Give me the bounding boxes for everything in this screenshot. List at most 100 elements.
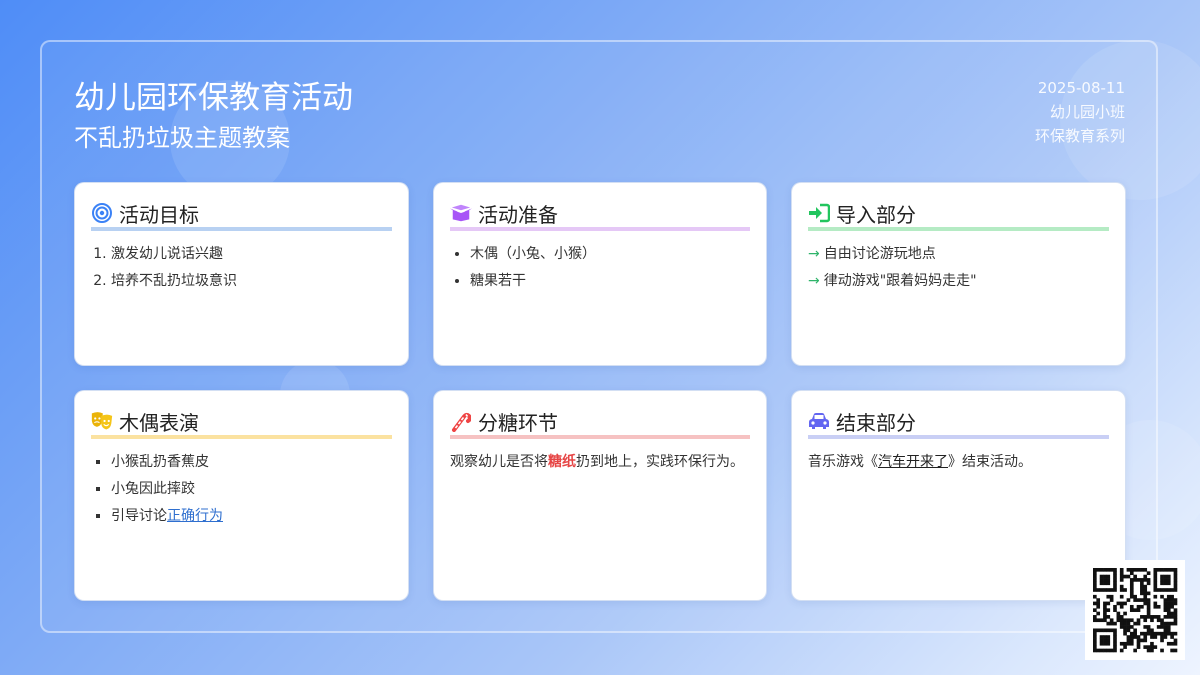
qr-module <box>1166 568 1171 572</box>
qr-module <box>1173 618 1178 623</box>
qr-module <box>1113 641 1117 646</box>
qr-module <box>1150 618 1154 623</box>
qr-module <box>1106 635 1111 639</box>
meta-date: 2025-08-11 <box>1037 79 1125 97</box>
qr-module <box>1109 594 1114 599</box>
qr-module <box>1103 618 1107 623</box>
card-goals-header: 活动目标 <box>91 199 392 231</box>
qr-module <box>1143 588 1148 592</box>
card-goals-body: 激发幼儿说话兴趣 培养不乱扔垃圾意识 <box>91 241 392 295</box>
qr-module <box>1166 631 1171 636</box>
qr-module <box>1099 638 1104 643</box>
qr-module <box>1170 615 1174 619</box>
qr-module <box>1166 621 1171 626</box>
qr-module <box>1109 598 1114 602</box>
qr-module <box>1146 604 1151 609</box>
meta-info: 2025-08-11 幼儿园小班 环保教育系列 <box>1035 76 1125 148</box>
qr-module <box>1109 568 1114 572</box>
qr-module <box>1160 588 1164 592</box>
card-goals-title: 活动目标 <box>119 202 199 227</box>
qr-module <box>1136 635 1141 639</box>
qr-module <box>1099 635 1104 639</box>
qr-module <box>1103 608 1107 612</box>
qr-module <box>1099 648 1104 653</box>
qr-module <box>1173 598 1178 602</box>
qr-module <box>1119 618 1124 623</box>
qr-module <box>1113 578 1117 582</box>
qr-module <box>1170 588 1174 592</box>
qr-module <box>1093 645 1097 649</box>
qr-module <box>1150 641 1154 646</box>
qr-module <box>1163 615 1168 619</box>
qr-module <box>1143 638 1148 643</box>
qr-module <box>1146 581 1151 586</box>
qr-module <box>1106 641 1111 646</box>
qr-module <box>1156 625 1161 629</box>
qr-module <box>1109 621 1114 626</box>
qr-module <box>1103 635 1107 639</box>
qr-module <box>1123 625 1127 629</box>
qr-module <box>1103 604 1107 609</box>
qr-module <box>1099 578 1104 582</box>
qr-module <box>1133 621 1137 626</box>
qr-module <box>1106 608 1111 612</box>
qr-module <box>1173 648 1178 653</box>
qr-module <box>1150 628 1154 633</box>
qr-module <box>1146 628 1151 633</box>
qr-module <box>1146 571 1151 576</box>
qr-module <box>1119 588 1124 592</box>
qr-module <box>1093 584 1097 589</box>
qr-module <box>1170 598 1174 602</box>
qr-module <box>1129 638 1134 643</box>
qr-module <box>1143 584 1148 589</box>
qr-module <box>1119 568 1124 572</box>
candy-highlight: 糖纸 <box>548 454 576 470</box>
qr-module <box>1163 588 1168 592</box>
qr-module <box>1096 598 1101 602</box>
list-item: 小兔因此摔跤 <box>111 476 392 503</box>
qr-module <box>1129 641 1134 646</box>
qr-module <box>1166 604 1171 609</box>
qr-module <box>1096 611 1101 616</box>
list-item: 木偶（小兔、小猴） <box>470 241 750 268</box>
correct-behavior-link[interactable]: 正确行为 <box>167 508 223 524</box>
qr-module <box>1146 598 1151 602</box>
qr-module <box>1153 581 1158 586</box>
qr-module <box>1166 608 1171 612</box>
qr-module <box>1093 601 1097 606</box>
qr-module <box>1143 618 1148 623</box>
qr-module <box>1133 608 1137 612</box>
qr-module <box>1129 588 1134 592</box>
qr-module <box>1170 594 1174 599</box>
qr-module <box>1160 631 1164 636</box>
qr-module <box>1109 588 1114 592</box>
qr-module <box>1160 648 1164 653</box>
qr-module <box>1153 615 1158 619</box>
ending-text-before: 音乐游戏《 <box>808 454 878 470</box>
qr-module <box>1113 635 1117 639</box>
qr-module <box>1119 601 1124 606</box>
qr-module <box>1140 588 1144 592</box>
qr-module <box>1119 615 1124 619</box>
card-intro-header: 导入部分 <box>808 199 1109 231</box>
qr-module <box>1153 574 1158 579</box>
list-item: → 律动游戏"跟着妈妈走走" <box>808 268 1109 295</box>
arrow-icon: → <box>808 246 820 262</box>
qr-module <box>1096 588 1101 592</box>
qr-module <box>1166 598 1171 602</box>
qr-module <box>1156 568 1161 572</box>
qr-module <box>1133 648 1137 653</box>
qr-module <box>1143 578 1148 582</box>
qr-module <box>1126 621 1131 626</box>
qr-module <box>1116 618 1121 623</box>
qr-module <box>1106 578 1111 582</box>
qr-module <box>1109 628 1114 633</box>
qr-module <box>1113 574 1117 579</box>
qr-module <box>1136 578 1141 582</box>
qr-module <box>1113 584 1117 589</box>
qr-module <box>1119 604 1124 609</box>
qr-module <box>1103 628 1107 633</box>
list-item: → 自由讨论游玩地点 <box>808 241 1109 268</box>
qr-module <box>1126 638 1131 643</box>
song-link[interactable]: 汽车开来了 <box>878 454 948 470</box>
